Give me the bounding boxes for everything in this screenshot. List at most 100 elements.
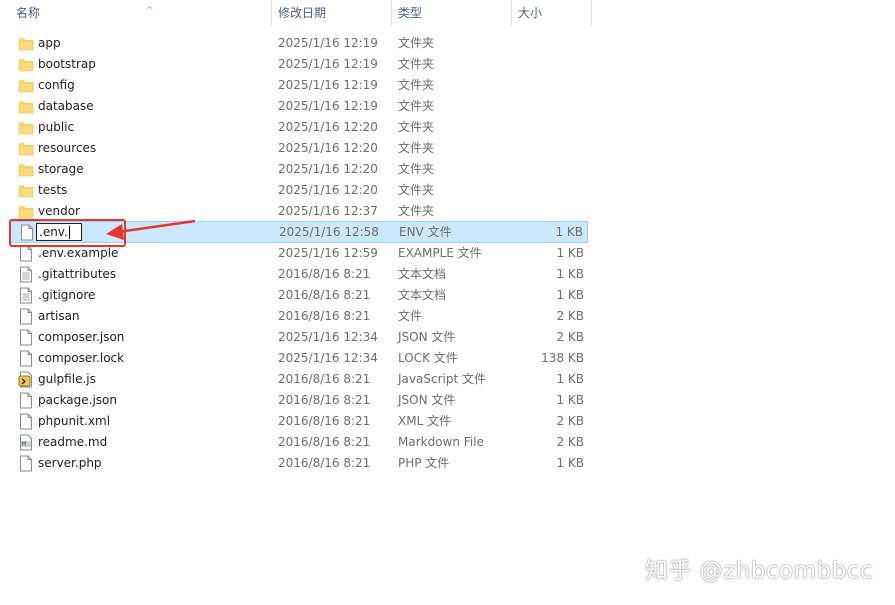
file-row[interactable]: public 2025/1/16 12:20 文件夹: [10, 117, 588, 138]
file-name: public: [38, 120, 75, 134]
file-row[interactable]: artisan 2016/8/16 8:21 文件 2 KB: [10, 306, 588, 327]
file-row[interactable]: tests 2025/1/16 12:20 文件夹: [10, 180, 588, 201]
file-icon: [18, 392, 34, 409]
file-date: 2016/8/16 8:21: [278, 435, 371, 449]
folder-icon: [18, 98, 34, 115]
file-row[interactable]: database 2025/1/16 12:19 文件夹: [10, 96, 588, 117]
file-date: 2025/1/16 12:59: [278, 246, 378, 260]
file-size: 2 KB: [556, 435, 584, 449]
file-name: bootstrap: [38, 57, 96, 71]
folder-icon: [18, 56, 34, 73]
file-icon: [18, 308, 34, 325]
file-row[interactable]: server.php 2016/8/16 8:21 PHP 文件 1 KB: [10, 453, 588, 474]
file-name: tests: [38, 183, 68, 197]
file-type: 文件夹: [398, 162, 435, 176]
file-type: 文件: [398, 309, 423, 323]
file-row[interactable]: config 2025/1/16 12:19 文件夹: [10, 75, 588, 96]
file-date: 2016/8/16 8:21: [278, 267, 371, 281]
file-type: JSON 文件: [398, 393, 456, 407]
file-row[interactable]: resources 2025/1/16 12:20 文件夹: [10, 138, 588, 159]
annotation-highlight-box: [9, 219, 126, 247]
folder-icon: [18, 77, 34, 94]
file-type: 文件夹: [398, 57, 435, 71]
file-name: composer.lock: [38, 351, 125, 365]
file-row[interactable]: readme.md 2016/8/16 8:21 Markdown File 2 KB: [10, 432, 588, 453]
file-row[interactable]: .gitattributes 2016/8/16 8:21 文本文档 1 KB: [10, 264, 588, 285]
file-row[interactable]: gulpfile.js 2016/8/16 8:21 JavaScript 文件 1 …: [10, 369, 588, 390]
file-date: 2016/8/16 8:21: [278, 288, 371, 302]
folder-icon: [18, 119, 34, 136]
file-name: composer.json: [38, 330, 125, 344]
file-size: 1 KB: [555, 225, 583, 239]
column-header-date-label: 修改日期: [278, 6, 327, 20]
file-name: phpunit.xml: [38, 414, 111, 428]
column-header-type[interactable]: 类型: [392, 0, 512, 26]
folder-icon: [18, 161, 34, 178]
file-row[interactable]: composer.lock 2025/1/16 12:34 LOCK 文件 138 K…: [10, 348, 588, 369]
file-date: 2025/1/16 12:34: [278, 351, 378, 365]
file-name: database: [38, 99, 94, 113]
file-date: 2016/8/16 8:21: [278, 372, 371, 386]
file-type: 文件夹: [398, 78, 435, 92]
file-name: server.php: [38, 456, 102, 470]
file-date: 2025/1/16 12:19: [278, 78, 378, 92]
column-header-size[interactable]: 大小: [512, 0, 592, 26]
file-row[interactable]: bootstrap 2025/1/16 12:19 文件夹: [10, 54, 588, 75]
file-date: 2025/1/16 12:58: [279, 225, 379, 239]
file-type: 文本文档: [398, 288, 447, 302]
file-date: 2025/1/16 12:34: [278, 330, 378, 344]
file-type: 文本文档: [398, 267, 447, 281]
watermark: 知乎 @zhbcombbcc: [644, 558, 873, 584]
file-icon: [18, 455, 34, 472]
file-row[interactable]: composer.json 2025/1/16 12:34 JSON 文件 2 KB: [10, 327, 588, 348]
file-name: .gitignore: [38, 288, 96, 302]
file-size: 2 KB: [556, 309, 584, 323]
file-icon: [18, 350, 34, 367]
file-row[interactable]: phpunit.xml 2016/8/16 8:21 XML 文件 2 KB: [10, 411, 588, 432]
file-type: PHP 文件: [398, 456, 450, 470]
text-file-icon: [18, 266, 34, 283]
file-name: config: [38, 78, 75, 92]
file-row[interactable]: app 2025/1/16 12:19 文件夹: [10, 33, 588, 54]
column-header-size-label: 大小: [518, 6, 543, 20]
file-name: app: [38, 36, 61, 50]
file-row[interactable]: package.json 2016/8/16 8:21 JSON 文件 1 KB: [10, 390, 588, 411]
column-header-date[interactable]: 修改日期: [272, 0, 392, 26]
file-size: 1 KB: [556, 393, 584, 407]
file-name: storage: [38, 162, 84, 176]
file-date: 2016/8/16 8:21: [278, 309, 371, 323]
file-icon: [18, 329, 34, 346]
column-header-bar: 名称 ^ 修改日期 类型 大小: [0, 0, 592, 26]
file-date: 2025/1/16 12:20: [278, 120, 378, 134]
file-icon: [18, 245, 34, 262]
file-date: 2016/8/16 8:21: [278, 393, 371, 407]
folder-icon: [18, 35, 34, 52]
file-date: 2025/1/16 12:20: [278, 162, 378, 176]
file-size: 2 KB: [556, 330, 584, 344]
file-size: 138 KB: [541, 351, 584, 365]
file-date: 2025/1/16 12:20: [278, 183, 378, 197]
file-size: 1 KB: [556, 288, 584, 302]
file-date: 2025/1/16 12:19: [278, 36, 378, 50]
file-date: 2025/1/16 12:19: [278, 57, 378, 71]
file-row[interactable]: .gitignore 2016/8/16 8:21 文本文档 1 KB: [10, 285, 588, 306]
script-file-icon: [18, 371, 34, 388]
file-type: XML 文件: [398, 414, 452, 428]
file-name: gulpfile.js: [38, 372, 96, 386]
column-header-type-label: 类型: [398, 6, 423, 20]
file-type: 文件夹: [398, 141, 435, 155]
file-type: 文件夹: [398, 204, 435, 218]
file-type: Markdown File: [398, 435, 484, 449]
file-name: package.json: [38, 393, 118, 407]
text-file-icon: [18, 287, 34, 304]
column-header-name-label: 名称: [16, 6, 41, 20]
sort-ascending-icon: ^: [146, 6, 154, 16]
file-icon: [18, 413, 34, 430]
file-date: 2025/1/16 12:37: [278, 204, 378, 218]
file-name: artisan: [38, 309, 80, 323]
file-row[interactable]: storage 2025/1/16 12:20 文件夹: [10, 159, 588, 180]
file-size: 1 KB: [556, 456, 584, 470]
folder-icon: [18, 203, 34, 220]
file-size: 2 KB: [556, 414, 584, 428]
column-header-name[interactable]: 名称 ^: [10, 0, 272, 26]
